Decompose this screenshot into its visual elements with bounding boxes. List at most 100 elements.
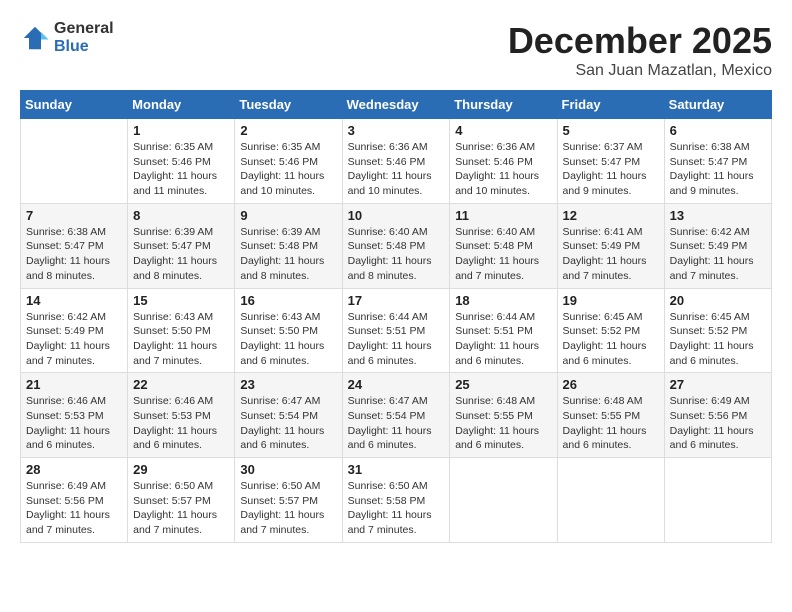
month-title: December 2025 bbox=[508, 20, 772, 62]
day-number: 9 bbox=[240, 208, 336, 223]
calendar-cell bbox=[450, 458, 557, 543]
calendar-cell: 4Sunrise: 6:36 AM Sunset: 5:46 PM Daylig… bbox=[450, 119, 557, 204]
calendar-cell: 14 Sunrise: 6:42 AM Sunset: 5:49 PM Dayli… bbox=[21, 288, 128, 373]
calendar-cell bbox=[557, 458, 664, 543]
day-number: 23 bbox=[240, 377, 336, 392]
day-info: Sunrise: 6:45 AM Sunset: 5:52 PM Dayligh… bbox=[670, 310, 766, 369]
day-header-wednesday: Wednesday bbox=[342, 91, 450, 119]
day-info: Sunrise: 6:46 AM Sunset: 5:53 PM Dayligh… bbox=[133, 394, 229, 453]
day-info: Sunrise: 6:40 AM Sunset: 5:48 PM Dayligh… bbox=[455, 225, 551, 284]
day-number: 12 bbox=[563, 208, 659, 223]
day-info: Sunrise: 6:35 AM Sunset: 5:46 PM Dayligh… bbox=[133, 140, 229, 199]
calendar-cell: 27 Sunrise: 6:49 AM Sunset: 5:56 PM Dayli… bbox=[664, 373, 771, 458]
day-number: 5 bbox=[563, 123, 659, 138]
day-number: 6 bbox=[670, 123, 766, 138]
day-info: Sunrise: 6:48 AM Sunset: 5:55 PM Dayligh… bbox=[563, 394, 659, 453]
day-number: 16 bbox=[240, 293, 336, 308]
calendar-cell: 31 Sunrise: 6:50 AM Sunset: 5:58 PM Dayli… bbox=[342, 458, 450, 543]
logo-icon bbox=[20, 23, 50, 53]
day-number: 7 bbox=[26, 208, 122, 223]
calendar-cell: 24 Sunrise: 6:47 AM Sunset: 5:54 PM Dayli… bbox=[342, 373, 450, 458]
day-number: 22 bbox=[133, 377, 229, 392]
day-header-saturday: Saturday bbox=[664, 91, 771, 119]
day-number: 2 bbox=[240, 123, 336, 138]
calendar-cell: 25 Sunrise: 6:48 AM Sunset: 5:55 PM Dayli… bbox=[450, 373, 557, 458]
calendar-week-row: 28Sunrise: 6:49 AM Sunset: 5:56 PM Dayli… bbox=[21, 458, 772, 543]
calendar-cell: 23 Sunrise: 6:47 AM Sunset: 5:54 PM Dayli… bbox=[235, 373, 342, 458]
day-info: Sunrise: 6:50 AM Sunset: 5:57 PM Dayligh… bbox=[240, 479, 336, 538]
day-info: Sunrise: 6:36 AM Sunset: 5:46 PM Dayligh… bbox=[348, 140, 445, 199]
calendar-cell: 12 Sunrise: 6:41 AM Sunset: 5:49 PM Dayli… bbox=[557, 203, 664, 288]
day-info: Sunrise: 6:35 AM Sunset: 5:46 PM Dayligh… bbox=[240, 140, 336, 199]
day-number: 28 bbox=[26, 462, 122, 477]
day-info: Sunrise: 6:49 AM Sunset: 5:56 PM Dayligh… bbox=[670, 394, 766, 453]
calendar-cell: 7 Sunrise: 6:38 AM Sunset: 5:47 PM Daylig… bbox=[21, 203, 128, 288]
day-info: Sunrise: 6:47 AM Sunset: 5:54 PM Dayligh… bbox=[348, 394, 445, 453]
day-info: Sunrise: 6:48 AM Sunset: 5:55 PM Dayligh… bbox=[455, 394, 551, 453]
day-number: 27 bbox=[670, 377, 766, 392]
day-number: 31 bbox=[348, 462, 445, 477]
calendar-cell: 20Sunrise: 6:45 AM Sunset: 5:52 PM Dayli… bbox=[664, 288, 771, 373]
day-info: Sunrise: 6:40 AM Sunset: 5:48 PM Dayligh… bbox=[348, 225, 445, 284]
day-number: 21 bbox=[26, 377, 122, 392]
calendar-cell: 2 Sunrise: 6:35 AM Sunset: 5:46 PM Daylig… bbox=[235, 119, 342, 204]
day-info: Sunrise: 6:39 AM Sunset: 5:47 PM Dayligh… bbox=[133, 225, 229, 284]
calendar-cell: 28Sunrise: 6:49 AM Sunset: 5:56 PM Dayli… bbox=[21, 458, 128, 543]
calendar-cell: 1Sunrise: 6:35 AM Sunset: 5:46 PM Daylig… bbox=[128, 119, 235, 204]
day-number: 26 bbox=[563, 377, 659, 392]
calendar-cell: 15Sunrise: 6:43 AM Sunset: 5:50 PM Dayli… bbox=[128, 288, 235, 373]
day-info: Sunrise: 6:37 AM Sunset: 5:47 PM Dayligh… bbox=[563, 140, 659, 199]
day-header-thursday: Thursday bbox=[450, 91, 557, 119]
day-number: 14 bbox=[26, 293, 122, 308]
calendar-cell: 9 Sunrise: 6:39 AM Sunset: 5:48 PM Daylig… bbox=[235, 203, 342, 288]
day-header-monday: Monday bbox=[128, 91, 235, 119]
calendar-cell: 30Sunrise: 6:50 AM Sunset: 5:57 PM Dayli… bbox=[235, 458, 342, 543]
day-info: Sunrise: 6:42 AM Sunset: 5:49 PM Dayligh… bbox=[670, 225, 766, 284]
day-info: Sunrise: 6:44 AM Sunset: 5:51 PM Dayligh… bbox=[348, 310, 445, 369]
day-info: Sunrise: 6:44 AM Sunset: 5:51 PM Dayligh… bbox=[455, 310, 551, 369]
day-number: 11 bbox=[455, 208, 551, 223]
calendar-cell: 18Sunrise: 6:44 AM Sunset: 5:51 PM Dayli… bbox=[450, 288, 557, 373]
calendar-cell: 3 Sunrise: 6:36 AM Sunset: 5:46 PM Daylig… bbox=[342, 119, 450, 204]
calendar-cell: 16 Sunrise: 6:43 AM Sunset: 5:50 PM Dayli… bbox=[235, 288, 342, 373]
day-header-friday: Friday bbox=[557, 91, 664, 119]
logo-general: General bbox=[54, 20, 114, 38]
logo-blue: Blue bbox=[54, 38, 114, 56]
calendar-cell: 17 Sunrise: 6:44 AM Sunset: 5:51 PM Dayli… bbox=[342, 288, 450, 373]
calendar-week-row: 7 Sunrise: 6:38 AM Sunset: 5:47 PM Daylig… bbox=[21, 203, 772, 288]
title-block: December 2025 San Juan Mazatlan, Mexico bbox=[508, 20, 772, 80]
day-number: 17 bbox=[348, 293, 445, 308]
day-header-tuesday: Tuesday bbox=[235, 91, 342, 119]
day-number: 24 bbox=[348, 377, 445, 392]
calendar-cell: 6 Sunrise: 6:38 AM Sunset: 5:47 PM Daylig… bbox=[664, 119, 771, 204]
calendar-cell: 5 Sunrise: 6:37 AM Sunset: 5:47 PM Daylig… bbox=[557, 119, 664, 204]
day-info: Sunrise: 6:39 AM Sunset: 5:48 PM Dayligh… bbox=[240, 225, 336, 284]
calendar-cell: 22 Sunrise: 6:46 AM Sunset: 5:53 PM Dayli… bbox=[128, 373, 235, 458]
day-number: 29 bbox=[133, 462, 229, 477]
calendar-cell: 19Sunrise: 6:45 AM Sunset: 5:52 PM Dayli… bbox=[557, 288, 664, 373]
day-info: Sunrise: 6:38 AM Sunset: 5:47 PM Dayligh… bbox=[26, 225, 122, 284]
day-number: 8 bbox=[133, 208, 229, 223]
day-info: Sunrise: 6:42 AM Sunset: 5:49 PM Dayligh… bbox=[26, 310, 122, 369]
day-number: 3 bbox=[348, 123, 445, 138]
day-info: Sunrise: 6:50 AM Sunset: 5:58 PM Dayligh… bbox=[348, 479, 445, 538]
calendar-week-row: 1Sunrise: 6:35 AM Sunset: 5:46 PM Daylig… bbox=[21, 119, 772, 204]
day-info: Sunrise: 6:41 AM Sunset: 5:49 PM Dayligh… bbox=[563, 225, 659, 284]
day-info: Sunrise: 6:43 AM Sunset: 5:50 PM Dayligh… bbox=[240, 310, 336, 369]
day-number: 25 bbox=[455, 377, 551, 392]
calendar-header-row: SundayMondayTuesdayWednesdayThursdayFrid… bbox=[21, 91, 772, 119]
day-header-sunday: Sunday bbox=[21, 91, 128, 119]
day-number: 10 bbox=[348, 208, 445, 223]
calendar-week-row: 14 Sunrise: 6:42 AM Sunset: 5:49 PM Dayli… bbox=[21, 288, 772, 373]
day-info: Sunrise: 6:38 AM Sunset: 5:47 PM Dayligh… bbox=[670, 140, 766, 199]
calendar-week-row: 21 Sunrise: 6:46 AM Sunset: 5:53 PM Dayli… bbox=[21, 373, 772, 458]
calendar-cell bbox=[664, 458, 771, 543]
day-number: 15 bbox=[133, 293, 229, 308]
day-info: Sunrise: 6:36 AM Sunset: 5:46 PM Dayligh… bbox=[455, 140, 551, 199]
day-number: 13 bbox=[670, 208, 766, 223]
location-subtitle: San Juan Mazatlan, Mexico bbox=[508, 62, 772, 80]
calendar-table: SundayMondayTuesdayWednesdayThursdayFrid… bbox=[20, 90, 772, 543]
logo-text: General Blue bbox=[54, 20, 114, 55]
calendar-cell: 10 Sunrise: 6:40 AM Sunset: 5:48 PM Dayli… bbox=[342, 203, 450, 288]
day-info: Sunrise: 6:47 AM Sunset: 5:54 PM Dayligh… bbox=[240, 394, 336, 453]
